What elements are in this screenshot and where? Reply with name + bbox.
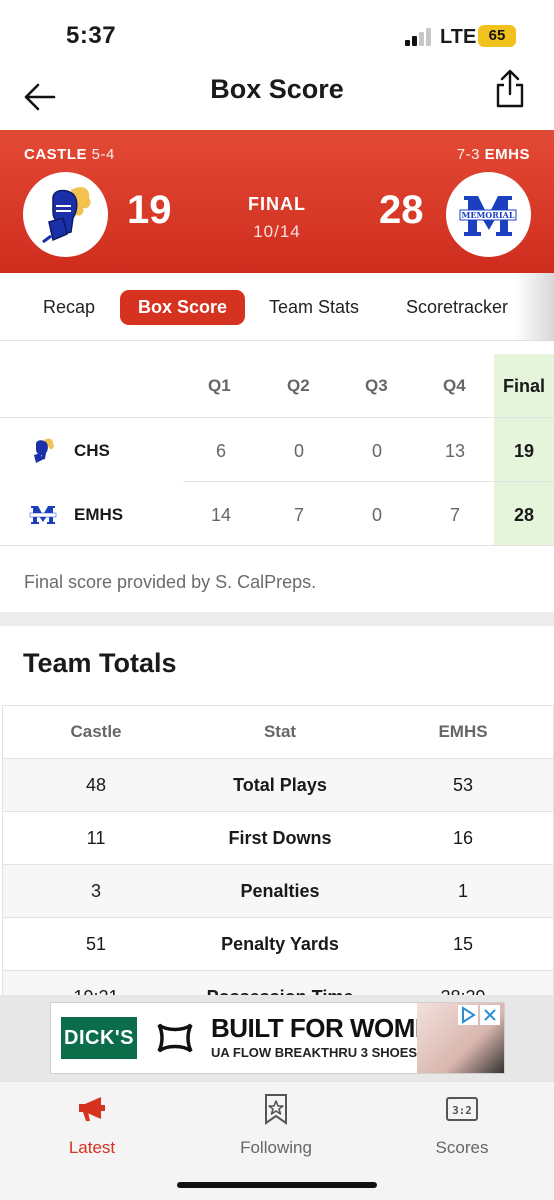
page-title: Box Score — [210, 74, 344, 104]
nav-following-label: Following — [240, 1138, 312, 1157]
away-team-label[interactable]: CASTLE 5-4 — [24, 146, 115, 163]
column-header: EMHS — [438, 722, 488, 741]
tab-bar: Recap Box Score Team Stats Scoretracker — [0, 273, 554, 341]
signal-icon — [405, 28, 435, 46]
table-cell: 51 — [85, 933, 107, 954]
bottom-nav: Latest Following 3:2 Scores — [0, 1081, 554, 1200]
row-cell: 0 — [293, 441, 304, 461]
score-header: CASTLE 5-4 7-3 EMHS 19 FINAL 10/14 28 ME… — [0, 130, 554, 273]
home-team-record: 7-3 — [456, 146, 480, 163]
team-totals-title: Team Totals — [23, 648, 177, 678]
under-armour-logo-icon — [151, 1017, 199, 1059]
table-cell: 16 — [452, 827, 474, 848]
status-time: 5:37 — [66, 22, 117, 49]
ad-subline: UA FLOW BREAKTHRU 3 SHOES — [211, 1045, 418, 1060]
ad-area: DICK'S BUILT FOR WOMEN UA FLOW BREAKTHRU… — [0, 995, 554, 1081]
table-cell: 48 — [85, 774, 107, 795]
nav-latest[interactable]: Latest — [22, 1092, 162, 1158]
row-divider — [0, 417, 554, 418]
tab-team-stats[interactable]: Team Stats — [269, 290, 359, 325]
table-cell: 15 — [452, 933, 474, 954]
row-team-name[interactable]: EMHS — [74, 505, 123, 525]
column-header: Castle — [70, 722, 122, 741]
table-cell: Total Plays — [233, 774, 327, 795]
home-team-label[interactable]: 7-3 EMHS — [457, 146, 530, 163]
bookmark-star-icon — [265, 1094, 287, 1125]
away-team-record: 5-4 — [91, 146, 115, 163]
table-cell: First Downs — [228, 827, 332, 848]
svg-text:3:2: 3:2 — [452, 1104, 472, 1117]
row-team-name[interactable]: CHS — [74, 441, 110, 461]
table-row: 11 First Downs 16 — [3, 812, 553, 865]
table-row: 51 Penalty Yards 15 — [3, 918, 553, 971]
home-team-name: EMHS — [484, 146, 530, 163]
ad-choices-icon[interactable] — [458, 1005, 478, 1025]
nav-scores[interactable]: 3:2 Scores — [392, 1092, 532, 1158]
row-cell: 13 — [444, 441, 466, 461]
table-cell: 28:39 — [371, 971, 553, 996]
away-team-name: CASTLE — [24, 146, 87, 163]
score-source-note: Final score provided by S. CalPreps. — [24, 572, 317, 592]
row-final: 28 — [513, 505, 535, 525]
battery-icon: 65 — [478, 25, 516, 47]
row-cell: 7 — [293, 505, 304, 525]
table-row: 19:21 Possession Time 28:39 — [3, 971, 553, 996]
nav-scores-label: Scores — [435, 1138, 489, 1157]
memorial-logo[interactable]: MEMORIAL — [446, 172, 531, 257]
table-row: 48 Total Plays 53 — [3, 759, 553, 812]
home-score: 28 — [379, 188, 424, 232]
row-cell: 7 — [449, 505, 460, 525]
megaphone-icon — [79, 1097, 105, 1121]
row-final: 19 — [513, 441, 535, 461]
share-button[interactable] — [490, 68, 530, 114]
header-final: Final — [503, 376, 546, 396]
nav-header: Box Score — [0, 66, 554, 130]
table-cell: 11 — [86, 827, 106, 848]
row-cell: 14 — [210, 505, 232, 525]
header-q4: Q4 — [443, 376, 466, 395]
table-cell: Possession Time — [189, 971, 371, 996]
nav-following[interactable]: Following — [206, 1092, 346, 1158]
tabs-scroll-fade — [514, 273, 554, 341]
header-q2: Q2 — [287, 376, 310, 395]
memorial-m-icon: MEMORIAL — [459, 196, 517, 236]
linescore-table: Q1 Q2 Q3 Q4 Final CHS 6 0 0 13 19 EMHS 1… — [0, 354, 554, 546]
nav-latest-label: Latest — [68, 1138, 116, 1157]
table-cell: 19:21 — [3, 971, 189, 996]
table-cell: 1 — [457, 880, 468, 901]
table-cell: Penalties — [240, 880, 320, 901]
row-cell: 0 — [371, 505, 382, 525]
ad-banner[interactable]: DICK'S BUILT FOR WOMEN UA FLOW BREAKTHRU… — [50, 1002, 505, 1074]
chs-knight-icon — [28, 435, 58, 465]
table-row: 3 Penalties 1 — [3, 865, 553, 918]
section-divider — [0, 612, 554, 626]
emhs-m-icon — [28, 500, 58, 530]
team-totals-table: Castle Stat EMHS 48 Total Plays 53 11 Fi… — [2, 705, 554, 995]
row-cell: 6 — [215, 441, 226, 461]
svg-text:MEMORIAL: MEMORIAL — [462, 210, 515, 220]
header-q1: Q1 — [208, 376, 231, 395]
home-indicator[interactable] — [177, 1182, 377, 1188]
network-type: LTE — [440, 26, 477, 48]
tab-box-score[interactable]: Box Score — [120, 290, 245, 325]
ad-headline: BUILT FOR WOMEN — [211, 1013, 450, 1043]
status-bar: 5:37 LTE 65 — [0, 0, 554, 66]
table-cell: Penalty Yards — [221, 933, 339, 954]
table-cell: 3 — [90, 880, 101, 901]
column-header: Stat — [263, 722, 297, 741]
header-q3: Q3 — [365, 376, 388, 395]
scoreboard-icon: 3:2 — [446, 1097, 478, 1121]
row-divider — [183, 481, 554, 482]
ad-close-icon[interactable] — [480, 1005, 500, 1025]
tab-recap[interactable]: Recap — [43, 290, 95, 325]
table-cell: 53 — [452, 774, 474, 795]
table-header-row: Castle Stat EMHS — [3, 706, 553, 759]
ad-brand-logo: DICK'S — [61, 1017, 137, 1059]
row-divider — [0, 545, 554, 546]
tab-scoretracker[interactable]: Scoretracker — [406, 290, 508, 325]
row-cell: 0 — [371, 441, 382, 461]
share-icon — [496, 69, 524, 108]
